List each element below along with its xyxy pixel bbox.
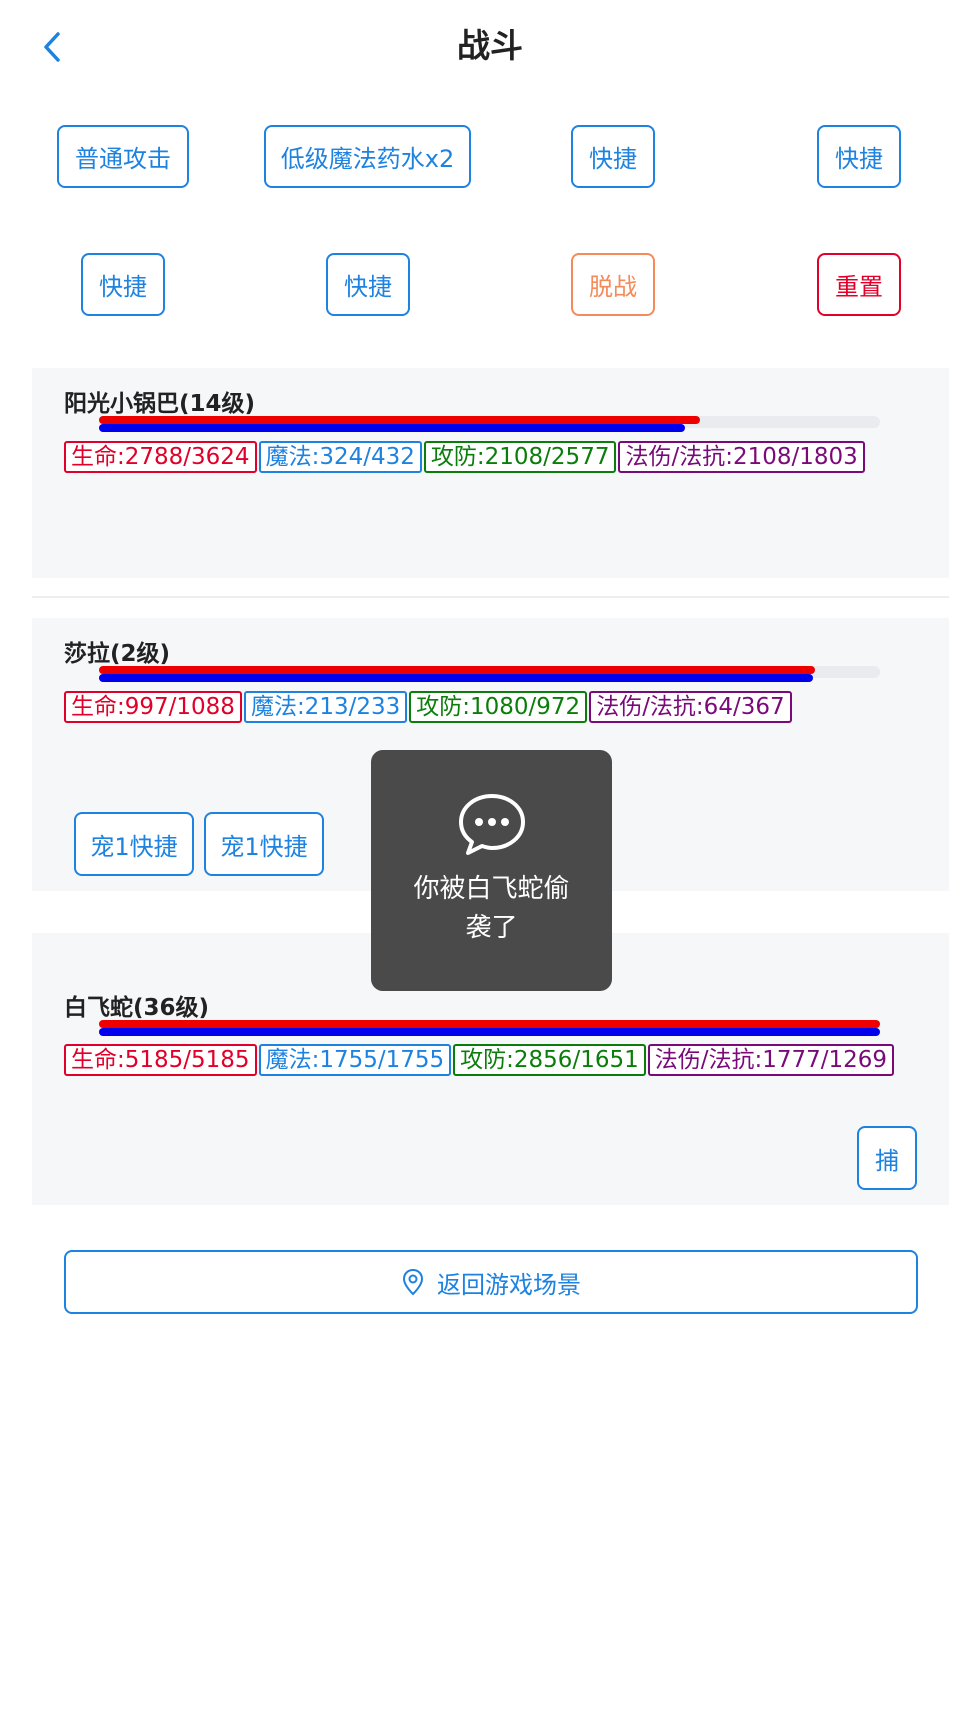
unit-stats: 生命:997/1088 魔法:213/233 攻防:1080/972 法伤/法抗… [64, 691, 792, 723]
hp-stat: 生命:997/1088 [64, 691, 242, 723]
magic-stat: 法伤/法抗:1777/1269 [647, 1044, 895, 1076]
mp-stat: 魔法:213/233 [243, 691, 408, 723]
unit-stats: 生命:5185/5185 魔法:1755/1755 攻防:2856/1651 法… [64, 1044, 895, 1076]
attack-defense-stat: 攻防:2108/2577 [423, 441, 617, 473]
mana-potion-button[interactable]: 低级魔法药水x2 [264, 125, 471, 188]
capture-button[interactable]: 捕 [857, 1126, 917, 1190]
escape-battle-button[interactable]: 脱战 [571, 253, 655, 316]
mp-bar [99, 674, 813, 682]
reset-button[interactable]: 重置 [817, 253, 901, 316]
mp-bar [99, 1028, 880, 1036]
hp-bar [99, 666, 815, 674]
hp-stat: 生命:5185/5185 [64, 1044, 257, 1076]
page-title: 战斗 [457, 26, 523, 65]
attack-defense-stat: 攻防:1080/972 [409, 691, 588, 723]
quick-slot-button[interactable]: 快捷 [817, 125, 901, 188]
unit-name: 阳光小锅巴(14级) [64, 391, 256, 417]
unit-name: 白飞蛇(36级) [64, 995, 210, 1021]
unit-stats: 生命:2788/3624 魔法:324/432 攻防:2108/2577 法伤/… [64, 441, 865, 473]
hp-stat: 生命:2788/3624 [64, 441, 257, 473]
toast-notification: 你被白飞蛇偷袭了 [371, 750, 612, 991]
unit-name: 莎拉(2级) [64, 641, 171, 667]
hp-bar [99, 416, 700, 424]
magic-stat: 法伤/法抗:2108/1803 [618, 441, 865, 473]
pet-quick-button[interactable]: 宠1快捷 [74, 812, 194, 876]
return-label: 返回游戏场景 [437, 1270, 581, 1299]
quick-slot-button[interactable]: 快捷 [571, 125, 655, 188]
chat-bubble-icon [458, 794, 525, 855]
pet-quick-button[interactable]: 宠1快捷 [204, 812, 324, 876]
mp-stat: 魔法:324/432 [258, 441, 422, 473]
return-to-scene-button[interactable]: 返回游戏场景 [64, 1250, 918, 1314]
mp-bar [99, 424, 685, 432]
divider [32, 596, 949, 598]
toast-message: 你被白飞蛇偷袭了 [413, 874, 570, 943]
attack-defense-stat: 攻防:2856/1651 [453, 1044, 646, 1076]
quick-slot-button[interactable]: 快捷 [326, 253, 410, 316]
normal-attack-button[interactable]: 普通攻击 [57, 125, 189, 188]
location-pin-icon [402, 1268, 424, 1296]
quick-slot-button[interactable]: 快捷 [81, 253, 165, 316]
mp-stat: 魔法:1755/1755 [258, 1044, 452, 1076]
magic-stat: 法伤/法抗:64/367 [589, 691, 792, 723]
hp-bar [99, 1020, 880, 1028]
